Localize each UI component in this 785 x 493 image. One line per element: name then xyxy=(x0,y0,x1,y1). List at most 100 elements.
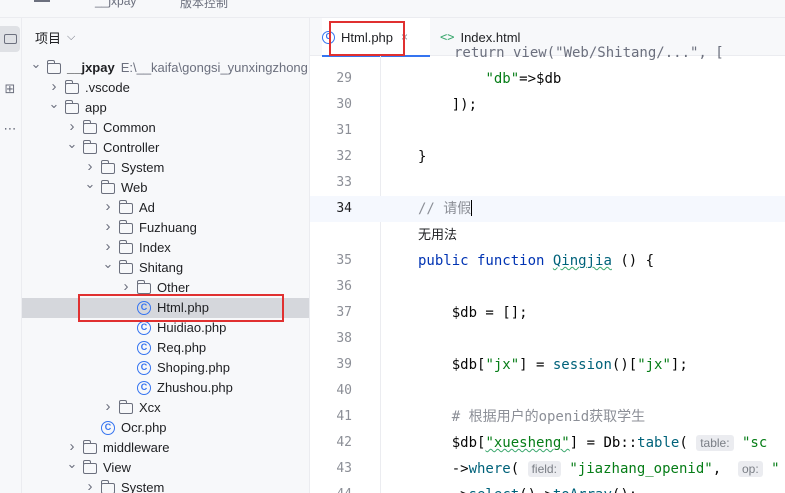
folder-icon xyxy=(83,460,97,474)
line-number: 43 xyxy=(336,461,352,476)
tree-file-huidiao-php[interactable]: C Huidiao.php xyxy=(22,318,309,338)
editor-area: C Html.php × <> Index.html return view("Web/… xyxy=(310,18,785,493)
tree-folder-controller[interactable]: ⌄ Controller xyxy=(22,136,309,158)
tree-folder-shitang[interactable]: ⌄ Shitang xyxy=(22,256,309,278)
code-line: 44 ->select()->toArray(); xyxy=(310,482,785,493)
tree-item-label: Other xyxy=(157,278,190,298)
line-number: 31 xyxy=(336,123,352,138)
line-number: 41 xyxy=(336,409,352,424)
tree-item-label: Req.php xyxy=(157,338,206,358)
project-name[interactable]: __jxpay xyxy=(95,0,136,8)
menu-icon[interactable] xyxy=(34,0,50,2)
folder-icon xyxy=(101,160,115,174)
tree-item-name: System xyxy=(121,160,165,175)
code-text: $db["jx"] = session()["jx"]; xyxy=(418,357,688,373)
tool-window-bar: ⊞ ⋯ xyxy=(0,18,22,493)
line-number: 36 xyxy=(336,279,352,294)
tree-folder-app[interactable]: ⌄ app xyxy=(22,96,309,118)
tree-folder-system[interactable]: › System xyxy=(22,158,309,178)
line-number: 37 xyxy=(336,305,352,320)
vcs-menu[interactable]: 版本控制 xyxy=(180,0,228,11)
line-number: 38 xyxy=(336,331,352,346)
tree-item-name: View xyxy=(103,460,131,475)
chevron-right-icon[interactable]: › xyxy=(120,277,132,297)
line-number: 30 xyxy=(336,97,352,112)
code-line: 38 xyxy=(310,326,785,352)
tree-item-name: Web xyxy=(121,180,148,195)
tree-file-ocr-php[interactable]: C Ocr.php xyxy=(22,418,309,438)
tree-folder--vscode[interactable]: › .vscode xyxy=(22,78,309,98)
tree-folder-index[interactable]: › Index xyxy=(22,238,309,258)
folder-icon xyxy=(119,240,133,254)
more-icon: ⋯ xyxy=(3,121,17,136)
chevron-right-icon[interactable]: › xyxy=(102,397,114,417)
tree-file-shoping-php[interactable]: C Shoping.php xyxy=(22,358,309,378)
tree-folder-view[interactable]: ⌄ View xyxy=(22,456,309,478)
code-editor[interactable]: return view("Web/Shitang/...", [29 "db"=… xyxy=(310,45,785,493)
code-line-partial: return view("Web/Shitang/...", [ xyxy=(310,40,785,66)
code-text: } xyxy=(418,149,427,165)
line-number: 44 xyxy=(310,482,352,493)
tree-item-name: app xyxy=(85,100,107,115)
tree-folder-web[interactable]: ⌄ Web xyxy=(22,176,309,198)
tree-item-name: Html.php xyxy=(157,300,210,315)
tree-file-html-php[interactable]: C Html.php xyxy=(22,298,309,318)
tree-item-label: Shoping.php xyxy=(157,358,230,378)
code-line: 40 xyxy=(310,378,785,404)
tree-item-label: Ocr.php xyxy=(121,418,167,438)
usage-hint[interactable]: 无用法 xyxy=(310,222,785,248)
line-number: 34 xyxy=(336,201,352,216)
chevron-right-icon[interactable]: › xyxy=(102,217,114,237)
tree-item-label: middleware xyxy=(103,438,169,458)
tree-item-label: System xyxy=(121,158,164,178)
chevron-down-icon[interactable]: ⌄ xyxy=(48,94,60,114)
code-text: $db["xuesheng"] = Db::table( table: "sc xyxy=(418,435,768,451)
project-panel-header[interactable]: 项目 ⌵ xyxy=(22,18,309,56)
tree-item-label: Ad xyxy=(139,198,155,218)
chevron-down-icon[interactable]: ⌄ xyxy=(84,174,96,194)
tree-folder-fuzhuang[interactable]: › Fuzhuang xyxy=(22,217,309,238)
tree-file-zhushou-php[interactable]: C Zhushou.php xyxy=(22,378,309,398)
chevron-down-icon[interactable]: ⌄ xyxy=(30,54,42,74)
folder-icon xyxy=(47,60,61,74)
structure-tool-button[interactable]: ⊞ xyxy=(0,76,20,102)
folder-icon xyxy=(137,280,151,294)
code-line: 35 public function Qingjia () { xyxy=(310,248,785,274)
chevron-down-icon[interactable]: ⌄ xyxy=(66,454,78,474)
panel-title: 项目 xyxy=(35,30,62,46)
no-usages-hint[interactable]: 无用法 xyxy=(418,222,457,248)
folder-icon xyxy=(119,220,133,234)
code-text: $db = []; xyxy=(418,305,528,321)
folder-icon xyxy=(101,180,115,194)
line-number: 32 xyxy=(336,149,352,164)
code-text: public function Qingjia () { xyxy=(418,253,655,269)
tree-item-name: Controller xyxy=(103,140,160,155)
tree-item-name: Fuzhuang xyxy=(139,220,197,235)
tree-folder--jxpay[interactable]: ⌄ __jxpay E:\__kaifa\gongsi_yunxingzhong xyxy=(22,56,309,78)
php-class-icon: C xyxy=(101,421,115,435)
tree-item-name: __jxpay xyxy=(67,60,115,75)
php-class-icon: C xyxy=(137,341,151,355)
tree-item-label: Fuzhuang xyxy=(139,218,197,238)
folder-icon xyxy=(119,260,133,274)
project-tool-button[interactable] xyxy=(0,26,20,52)
code-line: 43 ->where( field: "jiazhang_openid", op… xyxy=(310,456,785,482)
chevron-down-icon[interactable]: ⌵ xyxy=(67,31,75,44)
tree-folder-xcx[interactable]: › Xcx xyxy=(22,397,309,418)
tree-folder-ad[interactable]: › Ad xyxy=(22,197,309,218)
tree-item-name: Ad xyxy=(139,200,155,215)
code-text: // 请假 xyxy=(418,200,473,217)
more-tools-button[interactable]: ⋯ xyxy=(0,116,20,142)
tree-item-name: Req.php xyxy=(157,340,207,355)
chevron-right-icon[interactable]: › xyxy=(102,197,114,217)
line-number: 39 xyxy=(336,357,352,372)
chevron-down-icon[interactable]: ⌄ xyxy=(66,134,78,154)
tree-file-req-php[interactable]: C Req.php xyxy=(22,338,309,358)
tree-folder-system[interactable]: › System xyxy=(22,477,309,493)
tree-folder-other[interactable]: › Other xyxy=(22,277,309,298)
chevron-down-icon[interactable]: ⌄ xyxy=(102,254,114,274)
chevron-right-icon[interactable]: › xyxy=(84,477,96,493)
code-line: 31 xyxy=(310,118,785,144)
php-class-icon: C xyxy=(137,321,151,335)
code-line: 33 xyxy=(310,170,785,196)
